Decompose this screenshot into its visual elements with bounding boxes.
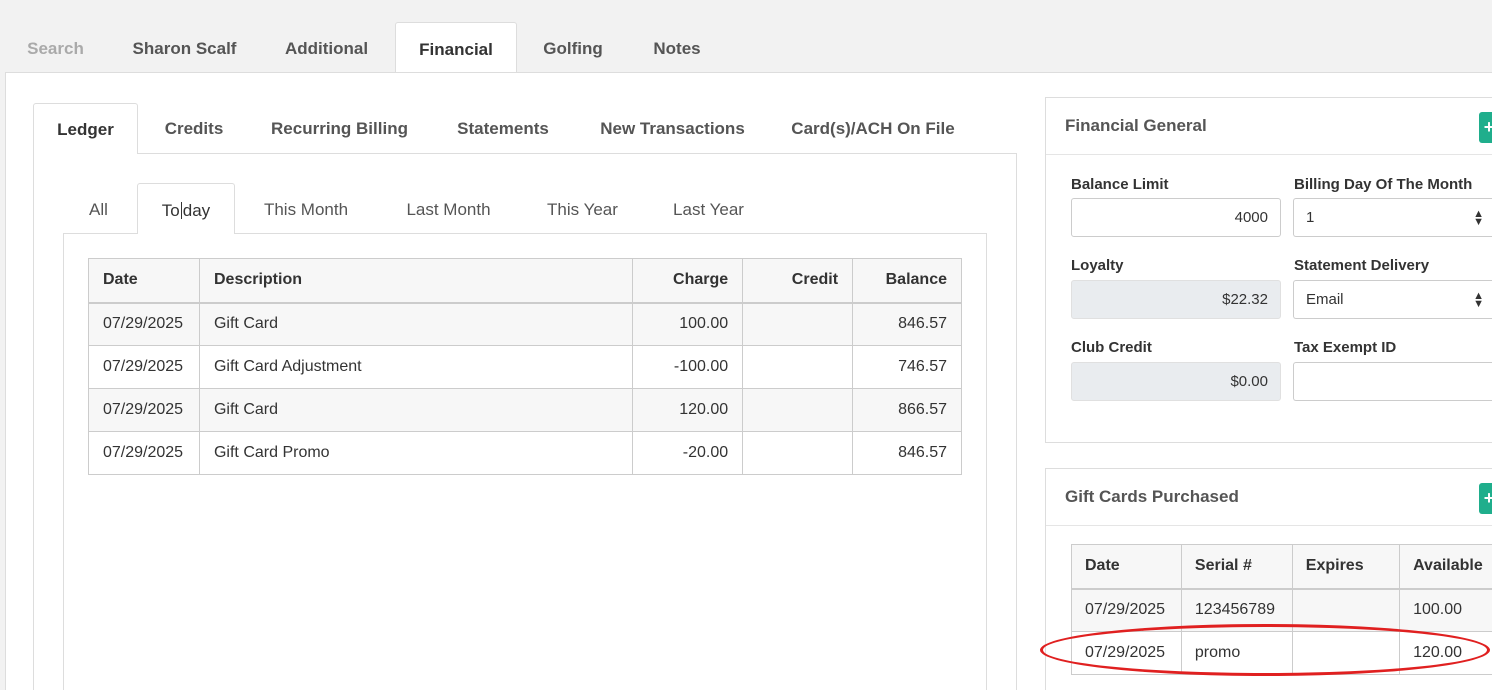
loyalty-label: Loyalty [1071, 257, 1124, 274]
table-row[interactable]: 07/29/2025 Gift Card Promo -20.00 846.57 [88, 431, 962, 475]
gift-cards-table: Date Serial # Expires Available 07/29/20… [1071, 544, 1492, 675]
subtab-statements[interactable]: Statements [440, 103, 566, 153]
range-tab-this-year[interactable]: This Year [530, 183, 635, 233]
cell-balance: 746.57 [852, 345, 962, 389]
subtab-cards-on-file[interactable]: Card(s)/ACH On File [778, 103, 968, 153]
cell-description: Gift Card Promo [198, 431, 634, 475]
table-row[interactable]: 07/29/2025 Gift Card 120.00 866.57 [88, 388, 962, 432]
col-description[interactable]: Description [198, 258, 634, 304]
subtab-credits[interactable]: Credits [148, 103, 240, 153]
statement-delivery-select[interactable]: Email ▲ ▼ [1293, 280, 1492, 319]
add-financial-button[interactable]: + [1479, 112, 1492, 143]
tax-exempt-label: Tax Exempt ID [1294, 339, 1397, 356]
financial-general-title: Financial General [1065, 116, 1207, 135]
tab-financial[interactable]: Financial [395, 22, 517, 74]
tab-notes[interactable]: Notes [637, 22, 717, 73]
cell-available: 100.00 [1399, 588, 1492, 632]
table-row[interactable]: 07/29/2025 Gift Card Adjustment -100.00 … [88, 345, 962, 389]
cell-expires [1291, 631, 1401, 675]
gift-cards-title: Gift Cards Purchased [1065, 487, 1239, 506]
cell-balance: 846.57 [852, 302, 962, 346]
gift-cards-header: Gift Cards Purchased + [1046, 469, 1492, 526]
statement-delivery-value: Email [1306, 291, 1344, 308]
col-date[interactable]: Date [1071, 544, 1182, 590]
tab-member-name[interactable]: Sharon Scalf [118, 22, 251, 73]
cell-description: Gift Card Adjustment [198, 345, 634, 389]
subtab-recurring-billing[interactable]: Recurring Billing [258, 103, 421, 153]
table-row[interactable]: 07/29/2025 promo 120.00 [1071, 631, 1492, 675]
cell-balance: 866.57 [852, 388, 962, 432]
cell-balance: 846.57 [852, 431, 962, 475]
balance-limit-input[interactable]: 4000 [1071, 198, 1281, 237]
range-tab-last-month[interactable]: Last Month [386, 183, 511, 233]
cell-credit [742, 302, 854, 346]
col-charge[interactable]: Charge [632, 258, 744, 304]
cell-charge: -20.00 [632, 431, 744, 475]
table-row[interactable]: 07/29/2025 123456789 100.00 [1071, 588, 1492, 632]
balance-limit-label: Balance Limit [1071, 176, 1169, 193]
add-gift-card-button[interactable]: + [1479, 483, 1492, 514]
select-arrows-icon: ▲ ▼ [1473, 289, 1484, 310]
range-tab-last-year[interactable]: Last Year [655, 183, 762, 233]
billing-day-value: 1 [1306, 209, 1315, 226]
ledger-table: Date Description Charge Credit Balance 0… [88, 258, 962, 475]
cell-available: 120.00 [1399, 631, 1492, 675]
gift-header-row: Date Serial # Expires Available [1071, 544, 1492, 590]
select-arrows-icon: ▲ ▼ [1473, 207, 1484, 228]
tab-search[interactable]: Search [18, 22, 93, 73]
ledger-header-row: Date Description Charge Credit Balance [88, 258, 962, 304]
plus-icon: + [1483, 117, 1492, 137]
range-tab-today-label-end: day [182, 201, 211, 220]
cell-date: 07/29/2025 [1071, 588, 1182, 632]
col-available[interactable]: Available [1399, 544, 1492, 590]
cell-date: 07/29/2025 [88, 302, 200, 346]
tab-golfing[interactable]: Golfing [527, 22, 619, 73]
cell-charge: 120.00 [632, 388, 744, 432]
cell-credit [742, 345, 854, 389]
range-tab-all[interactable]: All [75, 183, 122, 233]
billing-day-label: Billing Day Of The Month [1294, 176, 1473, 193]
cell-date: 07/29/2025 [88, 388, 200, 432]
col-serial[interactable]: Serial # [1180, 544, 1293, 590]
col-date[interactable]: Date [88, 258, 200, 304]
tab-additional[interactable]: Additional [268, 22, 385, 73]
range-tab-today[interactable]: To day [137, 183, 235, 234]
tax-exempt-input[interactable] [1293, 362, 1492, 401]
statement-delivery-label: Statement Delivery [1294, 257, 1430, 274]
cell-description: Gift Card [198, 302, 634, 346]
range-tab-this-month[interactable]: This Month [245, 183, 367, 233]
cell-date: 07/29/2025 [88, 431, 200, 475]
cell-expires [1291, 588, 1401, 632]
text-cursor [180, 202, 182, 219]
loyalty-field: $22.32 [1071, 280, 1281, 319]
subtab-ledger[interactable]: Ledger [33, 103, 138, 154]
col-balance[interactable]: Balance [852, 258, 962, 304]
cell-serial: promo [1180, 631, 1293, 675]
cell-date: 07/29/2025 [88, 345, 200, 389]
member-tabs: Search Sharon Scalf Additional Financial… [0, 22, 1492, 74]
cell-credit [742, 388, 854, 432]
plus-icon: + [1483, 488, 1492, 508]
billing-day-select[interactable]: 1 ▲ ▼ [1293, 198, 1492, 237]
club-credit-field: $0.00 [1071, 362, 1281, 401]
club-credit-label: Club Credit [1071, 339, 1152, 356]
cell-charge: 100.00 [632, 302, 744, 346]
cell-serial: 123456789 [1180, 588, 1293, 632]
subtab-new-transactions[interactable]: New Transactions [585, 103, 760, 153]
financial-general-header: Financial General + [1046, 98, 1492, 155]
cell-charge: -100.00 [632, 345, 744, 389]
col-expires[interactable]: Expires [1291, 544, 1401, 590]
cell-description: Gift Card [198, 388, 634, 432]
cell-credit [742, 431, 854, 475]
table-row[interactable]: 07/29/2025 Gift Card 100.00 846.57 [88, 302, 962, 346]
cell-date: 07/29/2025 [1071, 631, 1182, 675]
col-credit[interactable]: Credit [742, 258, 854, 304]
range-tab-today-label-start: To [161, 201, 180, 220]
